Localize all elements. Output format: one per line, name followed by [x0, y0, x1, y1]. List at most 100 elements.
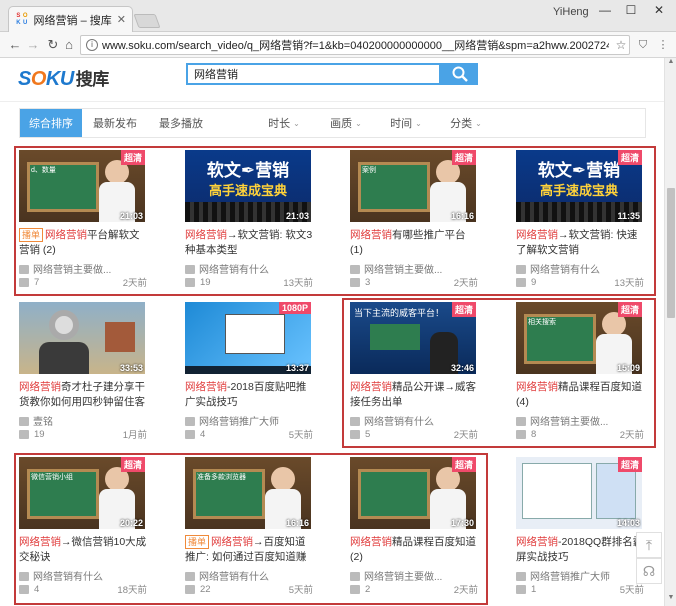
publish-time: 2天前 — [619, 430, 644, 441]
scrollbar-thumb[interactable] — [667, 188, 675, 318]
video-title-link[interactable]: 网络营销奇才杜子建分享干货教你如何用四秒钟留住客 — [19, 380, 147, 410]
filter-label: 最新发布 — [93, 118, 137, 130]
author-link[interactable]: 网络营销推广大师 — [516, 568, 644, 583]
back-to-top-icon[interactable]: ⤒ — [636, 532, 662, 558]
video-card[interactable]: 准备多款浏览器 16:16 播单网络营销→百度知道推广: 如何通过百度知道赚钱网络营… — [180, 453, 316, 596]
video-thumbnail[interactable]: 案例 超清 16:16 — [350, 150, 476, 222]
user-name[interactable]: YiHeng — [553, 6, 589, 18]
filter-5[interactable]: 时间 ⌄ — [376, 109, 436, 137]
video-stats: 9 13天前 — [516, 275, 644, 289]
scroll-down-icon[interactable]: ▼ — [666, 594, 676, 606]
play-count: 4 — [34, 583, 40, 595]
video-thumbnail[interactable]: 超清 17:30 — [350, 457, 476, 529]
video-title-link[interactable]: 网络营销精品课程百度知道 (2) — [350, 535, 478, 565]
video-card[interactable]: 相关搜索 超清 15:09 网络营销精品课程百度知道 (4) 网络营销主要做... 8 2天… — [511, 298, 647, 441]
site-info-icon[interactable]: i — [86, 39, 98, 51]
video-card[interactable]: 案例 超清 16:16 网络营销有哪些推广平台 (1) 网络营销主要做... 3 2天前 — [345, 146, 481, 289]
vertical-scrollbar[interactable]: ▲ ▼ — [664, 58, 676, 606]
author-link[interactable]: 网络营销有什么 — [19, 568, 147, 583]
video-card[interactable]: 超清 17:30 网络营销精品课程百度知道 (2) 网络营销主要做... 2 2天前 — [345, 453, 481, 596]
video-card[interactable]: 33:53 网络营销奇才杜子建分享干货教你如何用四秒钟留住客 壹铭 19 1月前 — [14, 298, 150, 441]
publish-time: 2天前 — [122, 278, 147, 289]
author-link[interactable]: 网络营销有什么 — [185, 261, 313, 276]
author-link[interactable]: 网络营销主要做... — [19, 261, 147, 276]
video-card[interactable]: d、数量 超清 21:03 播单 网络营销平台解软文营销 (2) 网络营销主要做... 7 2… — [14, 146, 150, 289]
play-count-icon — [185, 277, 195, 287]
video-title-link[interactable]: 网络营销精品公开课→威客接任务出单 — [350, 380, 478, 410]
chevron-down-icon: ⌄ — [293, 118, 300, 128]
video-title-link[interactable]: 网络营销→软文营销: 软文3种基本类型 — [185, 228, 313, 258]
video-card[interactable]: 软文✒营销 高手速成宝典 21:03 网络营销→软文营销: 软文3种基本类型网络营销有… — [180, 146, 316, 289]
author-link[interactable]: 网络营销有什么 — [350, 413, 478, 428]
publish-time: 1月前 — [122, 430, 147, 441]
new-tab-button[interactable] — [133, 14, 161, 28]
tab-title: 网络营销 – 搜库 — [33, 14, 112, 27]
minimize-icon[interactable]: — — [594, 3, 616, 19]
back-arrow-icon[interactable]: ← — [6, 36, 24, 54]
play-count-icon — [516, 429, 526, 439]
video-thumbnail[interactable]: 1080P 13:37 — [185, 302, 311, 374]
video-thumbnail[interactable]: 超清 14:03 — [516, 457, 642, 529]
play-count: 2 — [365, 583, 371, 595]
video-stats: 3 2天前 — [350, 275, 478, 289]
video-title-link[interactable]: 播单网络营销→百度知道推广: 如何通过百度知道赚钱 — [185, 535, 313, 565]
duration-label: 15:09 — [616, 363, 640, 373]
home-icon[interactable]: ⌂ — [60, 36, 78, 54]
headset-support-icon[interactable]: ☊ — [636, 558, 662, 584]
video-card[interactable]: 微信营销小组 超清 20:22 网络营销→微信营销10大成交秘诀 网络营销有什么 4 18天… — [14, 453, 150, 596]
url-text: www.soku.com/search_video/q_网络营销?f=1&kb=… — [102, 40, 609, 52]
author-link[interactable]: 网络营销有什么 — [516, 261, 644, 276]
video-thumbnail[interactable]: d、数量 超清 21:03 — [19, 150, 145, 222]
close-tab-icon[interactable]: ✕ — [117, 13, 126, 26]
address-bar[interactable]: i www.soku.com/search_video/q_网络营销?f=1&k… — [80, 35, 630, 55]
filter-3[interactable]: 时长 ⌄ — [252, 109, 316, 137]
video-title-link[interactable]: 网络营销精品课程百度知道 (4) — [516, 380, 644, 410]
menu-icon[interactable]: ⋮ — [656, 38, 670, 52]
video-thumbnail[interactable]: 软文✒营销 高手速成宝典 超清 11:35 — [516, 150, 642, 222]
scroll-up-icon[interactable]: ▲ — [666, 58, 676, 70]
browser-tab[interactable]: SOKU 网络营销 – 搜库 ✕ — [8, 6, 133, 32]
video-thumbnail[interactable]: 软文✒营销 高手速成宝典 21:03 — [185, 150, 311, 222]
bookmark-star-icon[interactable]: ☆ — [613, 38, 629, 52]
filter-0[interactable]: 综合排序 — [20, 109, 82, 137]
forward-arrow-icon[interactable]: → — [24, 36, 42, 54]
filter-6[interactable]: 分类 ⌄ — [436, 109, 496, 137]
author-link[interactable]: 网络营销主要做... — [350, 261, 478, 276]
search-button[interactable] — [441, 63, 478, 85]
author-link[interactable]: 网络营销主要做... — [516, 413, 644, 428]
thumb-caption: d、数量 — [31, 167, 56, 174]
video-thumbnail[interactable]: 当下主流的威客平台！ 超清 32:46 — [350, 302, 476, 374]
maximize-icon[interactable]: ☐ — [620, 3, 642, 19]
author-link[interactable]: 壹铭 — [19, 413, 147, 428]
publish-time: 2天前 — [453, 430, 478, 441]
video-card[interactable]: 当下主流的威客平台！ 超清 32:46 网络营销精品公开课→威客接任务出单网络营销有什… — [345, 298, 481, 441]
filter-4[interactable]: 画质 ⌄ — [316, 109, 376, 137]
author-link[interactable]: 网络营销有什么 — [185, 568, 313, 583]
search-input[interactable] — [186, 63, 441, 85]
author-link[interactable]: 网络营销主要做... — [350, 568, 478, 583]
quality-badge: 超清 — [451, 457, 476, 472]
play-count-icon — [19, 429, 29, 439]
play-count: 19 — [200, 276, 211, 288]
extension-shield-icon[interactable]: ⛉ — [636, 38, 650, 52]
video-thumbnail[interactable]: 微信营销小组 超清 20:22 — [19, 457, 145, 529]
video-title-link[interactable]: 播单 网络营销平台解软文营销 (2) — [19, 228, 147, 258]
video-title-link[interactable]: 网络营销-2018百度贴吧推广实战技巧 — [185, 380, 313, 410]
video-card[interactable]: 软文✒营销 高手速成宝典 超清 11:35 网络营销→软文营销: 快速了解软文营销网络营… — [511, 146, 647, 289]
video-thumbnail[interactable]: 33:53 — [19, 302, 145, 374]
user-icon — [350, 265, 360, 274]
video-title-link[interactable]: 网络营销有哪些推广平台 (1) — [350, 228, 478, 258]
title-keyword: 网络营销 — [350, 536, 392, 548]
soku-logo[interactable]: SOKU 搜库 — [18, 65, 109, 91]
video-thumbnail[interactable]: 准备多款浏览器 16:16 — [185, 457, 311, 529]
video-title-link[interactable]: 网络营销→微信营销10大成交秘诀 — [19, 535, 147, 565]
video-title-link[interactable]: 网络营销-2018QQ群排名霸屏实战技巧 — [516, 535, 644, 565]
author-link[interactable]: 网络营销推广大师 — [185, 413, 313, 428]
filter-1[interactable]: 最新发布 — [82, 109, 148, 137]
video-card[interactable]: 超清 14:03 网络营销-2018QQ群排名霸屏实战技巧 网络营销推广大师 1 5天前 — [511, 453, 647, 596]
filter-2[interactable]: 最多播放 — [148, 109, 214, 137]
video-thumbnail[interactable]: 相关搜索 超清 15:09 — [516, 302, 642, 374]
close-window-icon[interactable]: ✕ — [648, 3, 670, 19]
video-card[interactable]: 1080P 13:37 网络营销-2018百度贴吧推广实战技巧 网络营销推广大师 4 5天… — [180, 298, 316, 441]
video-title-link[interactable]: 网络营销→软文营销: 快速了解软文营销 — [516, 228, 644, 258]
